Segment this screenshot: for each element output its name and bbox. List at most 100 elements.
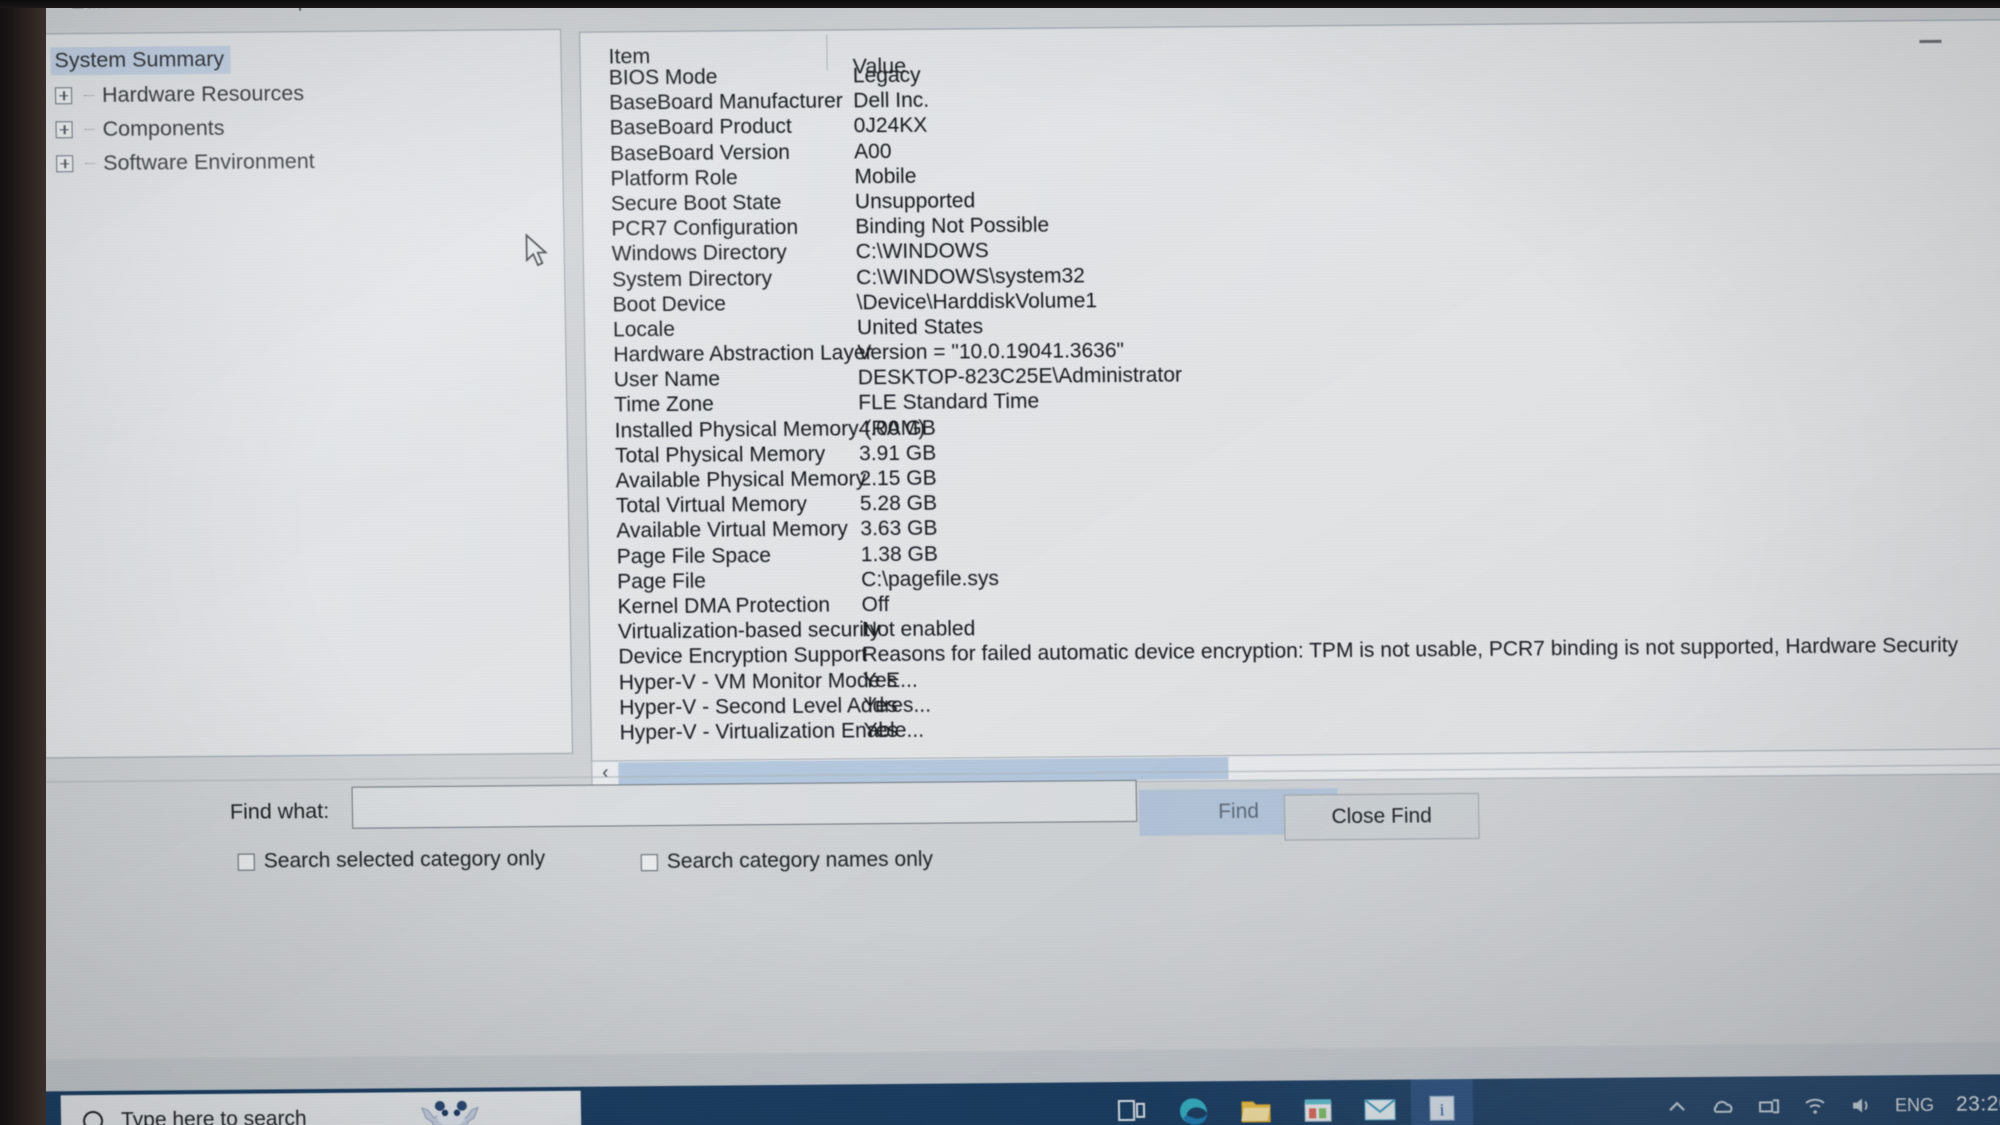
search-selected-category-checkbox-row[interactable]: Search selected category only	[237, 847, 546, 874]
find-what-label: Find what:	[229, 798, 330, 824]
row-value: Not enabled	[861, 617, 976, 642]
wifi-icon[interactable]	[1803, 1094, 1827, 1118]
monitor-screen: Edit View Help System Summary	[0, 0, 2000, 1125]
tree-item-software-environment[interactable]: Software Environment	[42, 142, 557, 180]
row-value: C:\pagefile.sys	[861, 566, 1000, 592]
row-item: BaseBoard Manufacturer	[609, 89, 843, 115]
expand-plus-icon[interactable]	[55, 120, 73, 138]
row-item: Windows Directory	[611, 241, 788, 266]
row-item: Hardware Abstraction Layer	[613, 341, 873, 367]
photo-of-monitor: Edit View Help System Summary	[0, 0, 2000, 1125]
row-item: Page File	[617, 569, 707, 594]
checkbox-label: Search selected category only	[263, 847, 546, 873]
close-find-button[interactable]: Close Find	[1283, 792, 1480, 841]
find-input[interactable]	[351, 779, 1138, 829]
language-indicator[interactable]: ENG	[1895, 1094, 1934, 1115]
category-tree: System Summary Hardware Resources Compon…	[40, 40, 566, 751]
navigation-tree-pane: System Summary Hardware Resources Compon…	[33, 28, 574, 759]
row-value: Legacy	[852, 63, 921, 88]
row-value: 1.38 GB	[860, 542, 939, 566]
row-item: Boot Device	[612, 292, 727, 317]
row-value: 4.00 GB	[858, 416, 936, 440]
tree-item-system-summary[interactable]: System Summary	[40, 40, 555, 78]
row-value: Yes	[863, 718, 899, 743]
find-panel: Find what: Find Close Find Search select…	[41, 764, 2000, 970]
row-item: Virtualization-based security	[617, 618, 881, 644]
row-item: BaseBoard Version	[609, 140, 791, 166]
store-icon[interactable]	[1287, 1080, 1350, 1125]
tree-connector	[84, 128, 95, 130]
row-item: Time Zone	[614, 393, 715, 417]
row-value: Version = "10.0.19041.3636"	[857, 339, 1125, 365]
svg-text:i: i	[1440, 1100, 1445, 1119]
row-value: A00	[853, 139, 892, 163]
row-item: BaseBoard Product	[609, 115, 792, 140]
system-tray: ENG 23:20	[1664, 1074, 2000, 1125]
taskbar-clock[interactable]: 23:20	[1956, 1092, 2000, 1116]
row-value: Unsupported	[854, 189, 976, 214]
row-item: Available Physical Memory	[615, 467, 867, 493]
scroll-left-arrow-icon[interactable]: ‹	[592, 762, 618, 784]
minimize-button[interactable]	[1917, 27, 1943, 53]
monitor-bezel-left	[0, 0, 46, 1125]
checkbox-label: Search category names only	[666, 847, 934, 873]
row-value: 0J24KX	[853, 114, 928, 138]
row-value: DESKTOP-823C25E\Administrator	[857, 363, 1183, 390]
system-information-icon[interactable]: i	[1410, 1078, 1474, 1125]
search-category-names-checkbox-row[interactable]: Search category names only	[640, 847, 934, 875]
tree-item-hardware-resources[interactable]: Hardware Resources	[41, 74, 556, 112]
row-value: 2.15 GB	[859, 466, 937, 491]
row-value: \Device\HarddiskVolume1	[856, 288, 1098, 315]
expand-plus-icon[interactable]	[54, 86, 73, 104]
row-item: Kernel DMA Protection	[617, 593, 831, 619]
row-value: Mobile	[854, 164, 917, 189]
checkbox[interactable]	[640, 853, 658, 871]
row-value: Yes	[862, 668, 898, 692]
expand-plus-icon[interactable]	[56, 154, 74, 172]
monitor-bezel-top	[0, 0, 2000, 8]
checkbox[interactable]	[237, 853, 255, 871]
row-value: United States	[856, 315, 984, 340]
row-item: Total Physical Memory	[614, 442, 826, 468]
tree-connector	[84, 94, 95, 96]
system-information-window: Edit View Help System Summary	[0, 0, 2000, 1060]
file-explorer-icon[interactable]	[1225, 1081, 1288, 1125]
mail-icon[interactable]	[1349, 1080, 1412, 1125]
row-value: FLE Standard Time	[858, 390, 1040, 415]
row-item: Page File Space	[616, 543, 772, 568]
network-icon[interactable]	[1757, 1094, 1781, 1118]
search-icon	[82, 1110, 104, 1125]
row-value: C:\WINDOWS\system32	[855, 263, 1086, 289]
row-value: 3.91 GB	[858, 441, 937, 466]
row-value: Off	[861, 592, 890, 617]
row-item: Platform Role	[610, 166, 738, 191]
row-value: 3.63 GB	[860, 517, 938, 541]
panda-mascot-icon	[421, 1100, 479, 1125]
tree-connector	[85, 162, 96, 164]
tree-item-label: Hardware Resources	[101, 80, 305, 107]
taskbar: Type here to search i ENG 23:20	[0, 1073, 2000, 1125]
onedrive-icon[interactable]	[1711, 1095, 1735, 1119]
task-view-icon[interactable]	[1101, 1082, 1164, 1125]
row-value: Dell Inc.	[853, 88, 930, 113]
taskbar-app-icons: i	[1101, 1078, 1474, 1125]
row-item: Device Encryption Support	[618, 643, 868, 669]
show-hidden-icons-arrow-icon[interactable]	[1665, 1095, 1689, 1119]
row-item: Total Virtual Memory	[615, 492, 808, 518]
row-item: Secure Boot State	[610, 190, 782, 216]
row-item: Locale	[612, 317, 676, 342]
row-item: System Directory	[611, 266, 773, 291]
tree-item-label: Components	[102, 115, 225, 141]
mouse-cursor-icon	[525, 233, 548, 267]
row-item: Available Virtual Memory	[616, 517, 849, 543]
row-value: C:\WINDOWS	[855, 239, 989, 264]
row-item: PCR7 Configuration	[611, 215, 799, 241]
window-controls	[1917, 26, 2000, 53]
tree-item-components[interactable]: Components	[41, 108, 556, 146]
volume-icon[interactable]	[1849, 1093, 1873, 1117]
tree-item-label: System Summary	[50, 45, 231, 76]
details-list-pane: Item Value BIOS Mode Legacy BaseBoard Manu…	[579, 18, 2000, 767]
edge-icon[interactable]	[1163, 1081, 1226, 1125]
row-item: BIOS Mode	[608, 65, 718, 90]
details-rows: BIOS Mode Legacy BaseBoard Manufacturer Del…	[581, 54, 2000, 747]
